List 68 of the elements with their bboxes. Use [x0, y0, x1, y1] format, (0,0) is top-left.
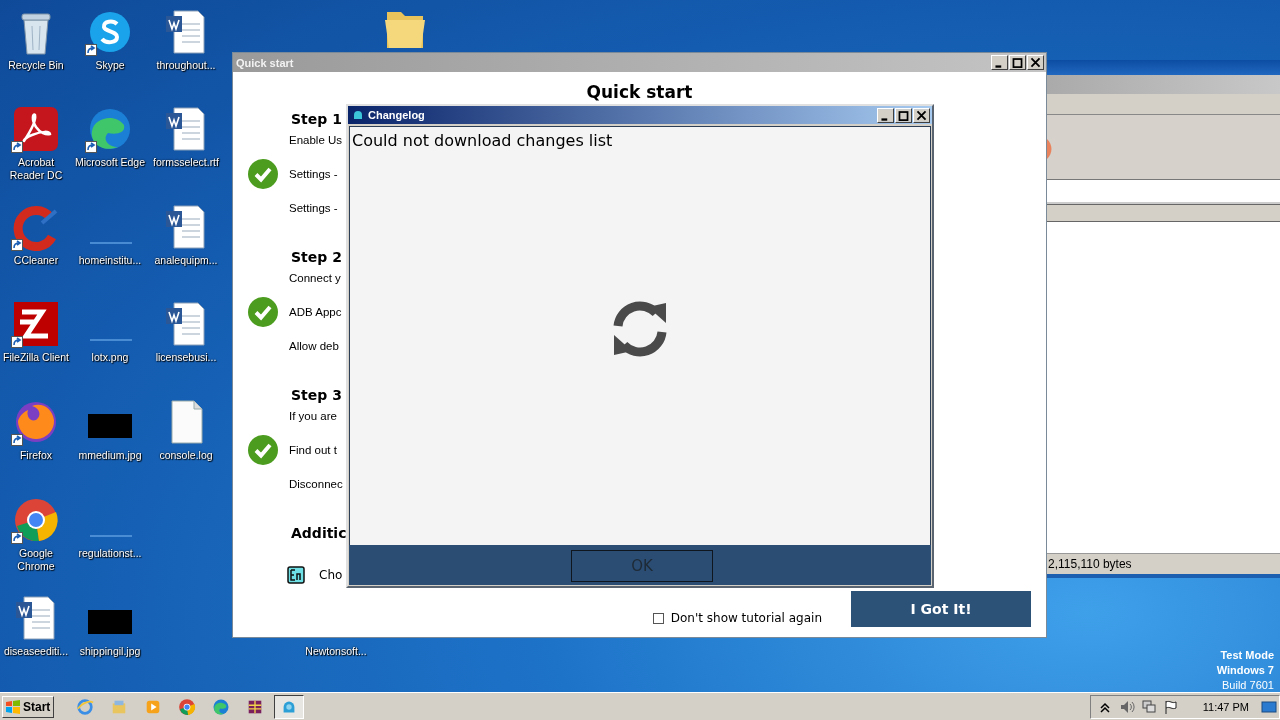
icon-label[interactable]: console.log	[159, 449, 213, 462]
icon-label[interactable]: analequipm...	[154, 254, 218, 267]
minimize-button[interactable]	[991, 55, 1008, 70]
browser-icon[interactable]	[12, 496, 60, 544]
minimize-button[interactable]	[877, 107, 894, 123]
icon-label[interactable]: Google Chrome	[0, 547, 72, 573]
robot-icon	[352, 109, 364, 121]
icon-label[interactable]: Skype	[95, 59, 125, 72]
icon-label[interactable]: lotx.png	[91, 351, 129, 364]
step-title: Step 2	[291, 248, 342, 267]
icon-label[interactable]: Recycle Bin	[8, 59, 64, 72]
step-instruction: Settings -	[289, 168, 338, 180]
step-title: Step 1	[291, 110, 342, 129]
checkbox[interactable]	[652, 612, 664, 624]
step-instruction: If you are	[289, 410, 337, 422]
icon-label[interactable]: licensebusi...	[155, 351, 217, 364]
got-it-button[interactable]: I Got It!	[851, 591, 1031, 627]
icon-label[interactable]: CCleaner	[13, 254, 59, 267]
language-icon[interactable]	[287, 566, 305, 584]
window-title: Quick start	[236, 56, 294, 69]
browser-icon	[76, 697, 94, 716]
step-instruction: Connect y	[289, 272, 341, 284]
close-button[interactable]	[1027, 55, 1044, 70]
maximize-button[interactable]	[1009, 55, 1026, 70]
system-notice: Test Mode	[1220, 648, 1274, 663]
step-instruction: Find out t	[289, 444, 337, 456]
icon-label[interactable]: Acrobat Reader DC	[0, 156, 72, 182]
start-button[interactable]: Start	[2, 695, 54, 718]
icon-label[interactable]: regulationst...	[78, 547, 142, 560]
close-button[interactable]	[913, 107, 930, 123]
icon-label[interactable]: homeinstitu...	[78, 254, 142, 267]
dialog-heading: Quick start	[586, 81, 693, 104]
icon-label[interactable]: Newtonsoft...	[305, 645, 367, 658]
windows-logo-icon	[5, 698, 21, 715]
icon-label[interactable]: mmedium.jpg	[78, 449, 142, 462]
step-title: Step 3	[291, 386, 342, 405]
network-icon[interactable]	[1140, 698, 1157, 715]
flag-icon[interactable]	[1162, 698, 1179, 715]
checkbox-label: Don't show tutorial again	[670, 611, 822, 625]
system-notice: Windows 7	[1216, 663, 1274, 678]
system-notice: Build 7601	[1222, 678, 1274, 693]
icon-label[interactable]: shippingil.jpg	[79, 645, 141, 658]
status-text: 2,115,110 bytes	[1048, 557, 1132, 571]
start-label: Start	[23, 699, 51, 714]
icon-label[interactable]: Firefox	[19, 449, 53, 462]
clock: 11:47 PM	[1202, 700, 1249, 713]
icon-label[interactable]: diseaseediti...	[3, 645, 69, 658]
section-heading: Additic	[291, 524, 347, 543]
step-instruction: ADB Appc	[289, 306, 342, 318]
taskbar-button[interactable]	[274, 694, 304, 719]
step-instruction: Allow deb	[289, 340, 339, 352]
option-link[interactable]: Cho	[319, 568, 343, 582]
icon-label[interactable]: throughout...	[156, 59, 216, 72]
show-desktop-icon[interactable]	[1261, 698, 1277, 715]
ftp-app-icon[interactable]	[12, 300, 60, 348]
browser-icon	[212, 697, 230, 716]
error-message: Could not download changes list	[351, 130, 614, 152]
step-instruction: Disconnec	[289, 478, 343, 490]
maximize-button[interactable]	[895, 107, 912, 123]
icon-label[interactable]: Microsoft Edge	[75, 156, 145, 169]
cleaner-app-icon[interactable]	[12, 203, 60, 251]
icon-label[interactable]: FileZilla Client	[3, 351, 69, 364]
step-instruction: Settings -	[289, 202, 338, 214]
pdf-app-icon[interactable]	[12, 105, 60, 153]
step-instruction: Enable Us	[289, 134, 343, 146]
icon-label[interactable]: formsselect.rtf	[153, 156, 219, 169]
window-title: Changelog	[368, 109, 426, 121]
browser-icon	[178, 697, 196, 716]
